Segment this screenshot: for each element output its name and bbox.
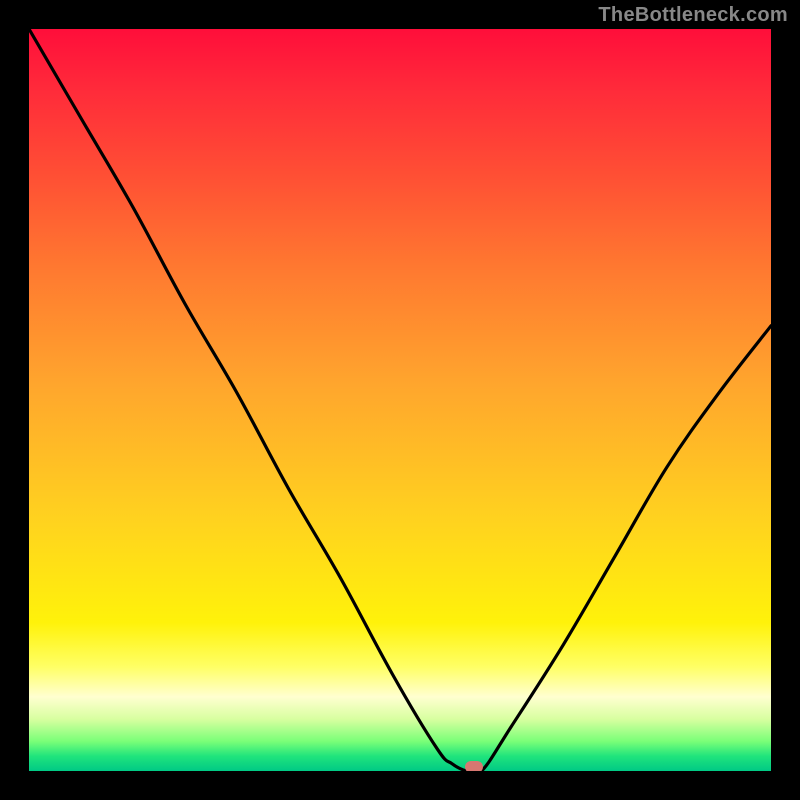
- watermark-text: TheBottleneck.com: [598, 4, 788, 27]
- curve-path: [29, 29, 771, 771]
- bottleneck-curve: [29, 29, 771, 771]
- plot-area: [29, 29, 771, 771]
- optimal-marker: [465, 761, 483, 771]
- chart-root: TheBottleneck.com: [0, 0, 800, 800]
